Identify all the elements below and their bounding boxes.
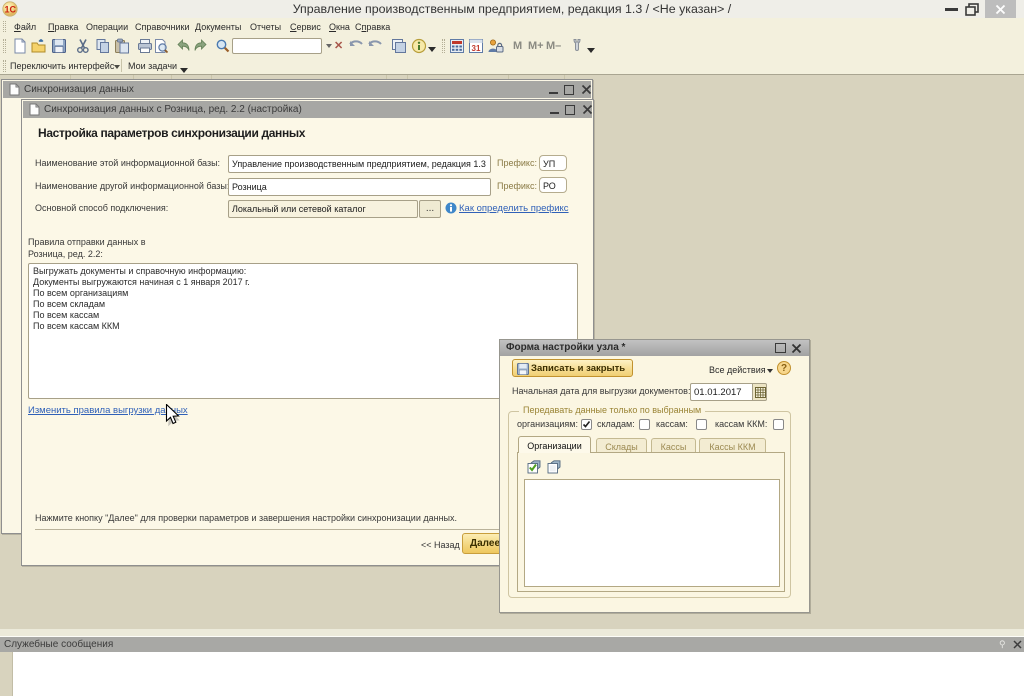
svg-text:31: 31: [472, 44, 481, 53]
